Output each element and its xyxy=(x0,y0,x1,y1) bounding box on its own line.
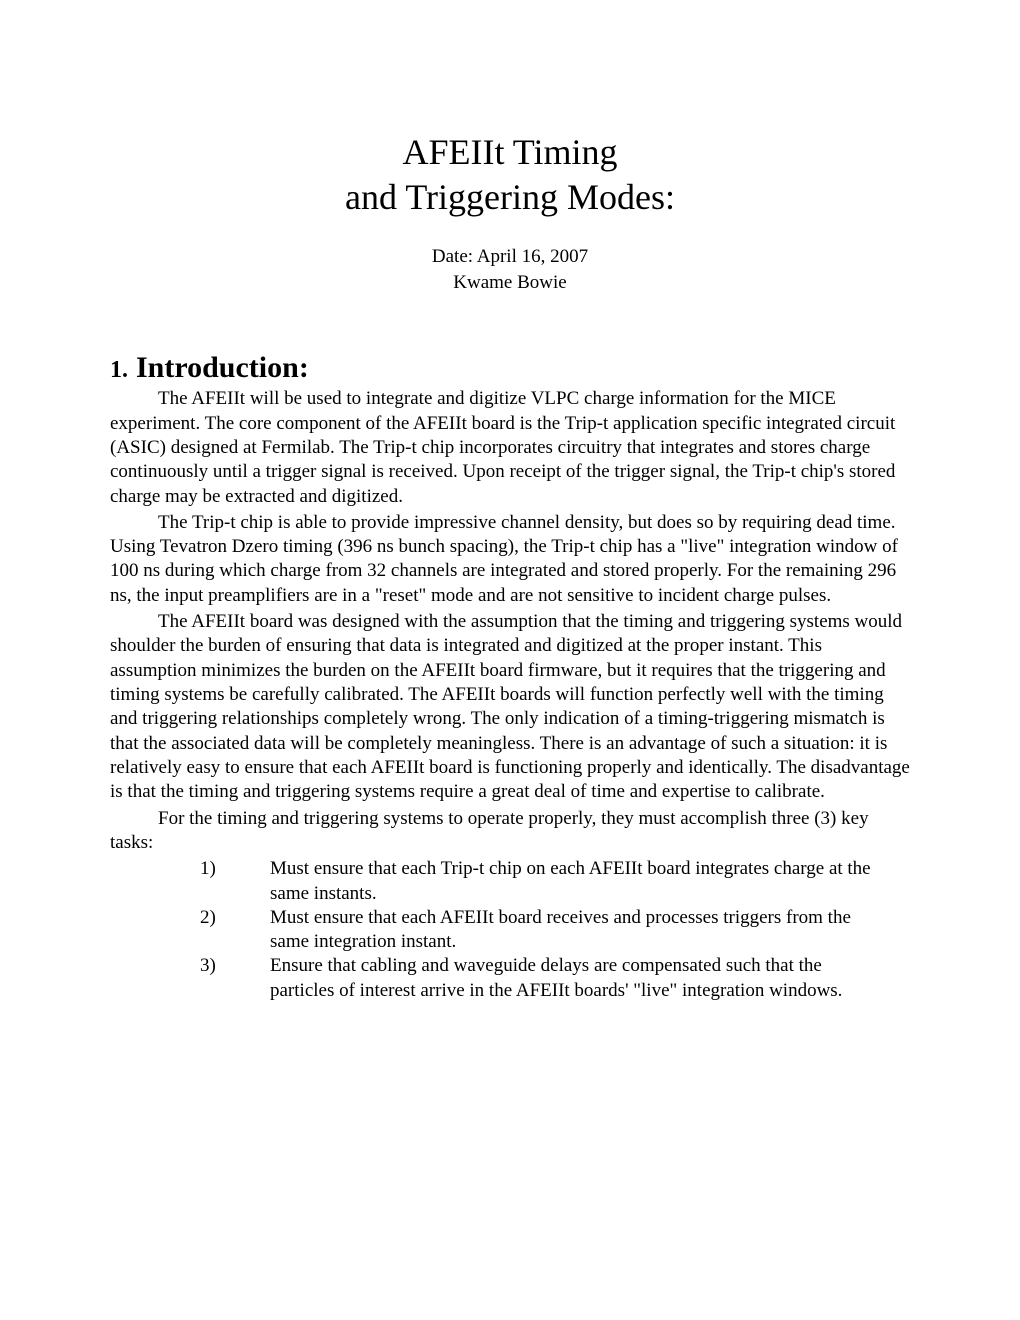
paragraph-1-text: The AFEIIt will be used to integrate and… xyxy=(110,388,895,506)
section-introduction: 1. Introduction: The AFEIIt will be used… xyxy=(110,351,910,1003)
section-heading: Introduction: xyxy=(136,351,309,384)
document-title: AFEIIt Timing and Triggering Modes: xyxy=(110,130,910,220)
task-item-3: 3) Ensure that cabling and waveguide del… xyxy=(110,954,910,1003)
title-line-1: AFEIIt Timing xyxy=(110,130,910,175)
section-heading-row: 1. Introduction: xyxy=(110,351,910,385)
task-number: 1) xyxy=(110,857,270,906)
task-text: Must ensure that each Trip-t chip on eac… xyxy=(270,857,910,906)
task-text: Ensure that cabling and waveguide delays… xyxy=(270,954,910,1003)
title-line-2: and Triggering Modes: xyxy=(110,175,910,220)
task-text: Must ensure that each AFEIIt board recei… xyxy=(270,906,910,955)
paragraph-2-text: The Trip-t chip is able to provide impre… xyxy=(110,512,898,606)
task-item-2: 2) Must ensure that each AFEIIt board re… xyxy=(110,906,910,955)
task-list: 1) Must ensure that each Trip-t chip on … xyxy=(110,857,910,1003)
paragraph-3: The AFEIIt board was designed with the a… xyxy=(110,610,910,805)
task-number: 2) xyxy=(110,906,270,955)
paragraph-2: The Trip-t chip is able to provide impre… xyxy=(110,511,910,608)
tasks-intro-text: For the timing and triggering systems to… xyxy=(110,808,869,853)
paragraph-1: The AFEIIt will be used to integrate and… xyxy=(110,387,910,509)
task-item-1: 1) Must ensure that each Trip-t chip on … xyxy=(110,857,910,906)
paragraph-3-text: The AFEIIt board was designed with the a… xyxy=(110,611,910,802)
document-meta: Date: April 16, 2007 Kwame Bowie xyxy=(110,244,910,295)
tasks-intro: For the timing and triggering systems to… xyxy=(110,807,910,856)
section-number: 1. xyxy=(110,357,128,383)
document-date: Date: April 16, 2007 xyxy=(110,244,910,270)
task-number: 3) xyxy=(110,954,270,1003)
document-author: Kwame Bowie xyxy=(110,270,910,296)
